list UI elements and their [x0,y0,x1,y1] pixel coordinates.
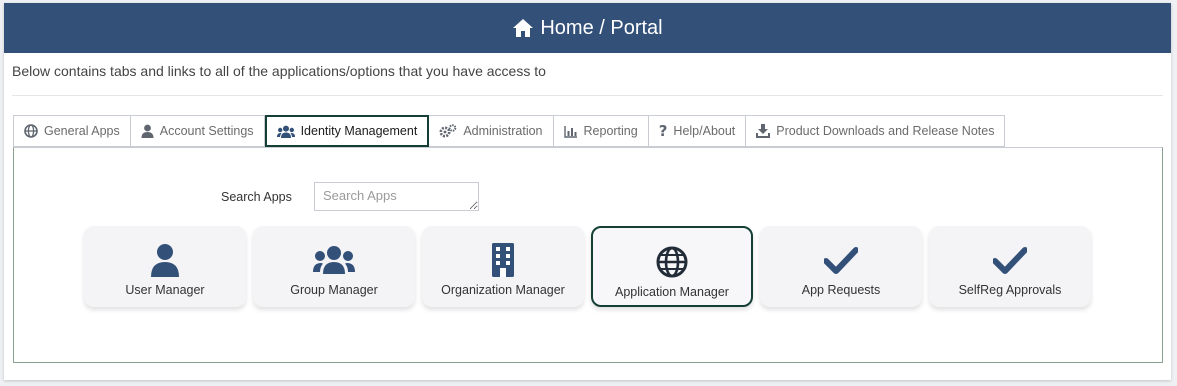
app-card-group-manager[interactable]: Group Manager [253,226,415,307]
building-icon [491,243,515,277]
page-header: Home / Portal [4,3,1171,53]
gears-icon [439,124,457,138]
page-title: Home / Portal [540,16,663,39]
divider [12,95,1163,96]
tab-account-settings[interactable]: Account Settings [130,115,265,147]
tab-label: Reporting [583,124,638,138]
app-card-label: SelfReg Approvals [958,283,1062,297]
tab-label: Identity Management [300,124,418,138]
app-card-list: User Manager Group Manager Organization … [84,226,1091,307]
tab-bar: General Apps Account Settings Identity M… [13,115,1006,147]
app-card-label: User Manager [125,283,205,297]
tab-help-about[interactable]: ? Help/About [648,115,747,147]
tab-label: General Apps [44,124,120,138]
user-icon [141,124,154,138]
tab-identity-management[interactable]: Identity Management [264,115,430,147]
home-icon [512,18,534,38]
app-card-organization-manager[interactable]: Organization Manager [422,226,584,307]
app-card-label: Application Manager [615,285,729,299]
check-icon [824,243,858,277]
app-card-user-manager[interactable]: User Manager [84,226,246,307]
tab-reporting[interactable]: Reporting [553,115,649,147]
app-card-label: App Requests [801,283,881,297]
app-card-label: Organization Manager [441,283,565,297]
app-card-selfreg-approvals[interactable]: SelfReg Approvals [929,226,1091,307]
portal-frame: Home / Portal Below contains tabs and li… [4,3,1171,380]
search-label: Search Apps [221,190,292,204]
download-icon [756,124,771,138]
tab-general-apps[interactable]: General Apps [13,115,131,147]
chart-icon [563,125,578,138]
tab-label: Product Downloads and Release Notes [776,124,995,138]
user-icon [150,243,180,277]
tab-panel-identity-management: Search Apps User Manager Group Manager O… [13,147,1163,363]
users-icon [313,243,355,277]
search-input[interactable] [314,182,479,211]
globe-icon [656,245,688,279]
globe-icon [24,124,38,138]
app-card-label: Group Manager [290,283,378,297]
tab-label: Help/About [673,124,736,138]
tab-administration[interactable]: Administration [429,115,554,147]
question-icon: ? [658,122,668,140]
tab-product-downloads[interactable]: Product Downloads and Release Notes [746,115,1006,147]
intro-text: Below contains tabs and links to all of … [12,63,546,79]
users-icon [276,125,295,138]
tab-label: Administration [463,124,543,138]
check-icon [993,243,1027,277]
tab-label: Account Settings [159,124,254,138]
app-card-application-manager[interactable]: Application Manager [591,226,753,307]
app-card-app-requests[interactable]: App Requests [760,226,922,307]
